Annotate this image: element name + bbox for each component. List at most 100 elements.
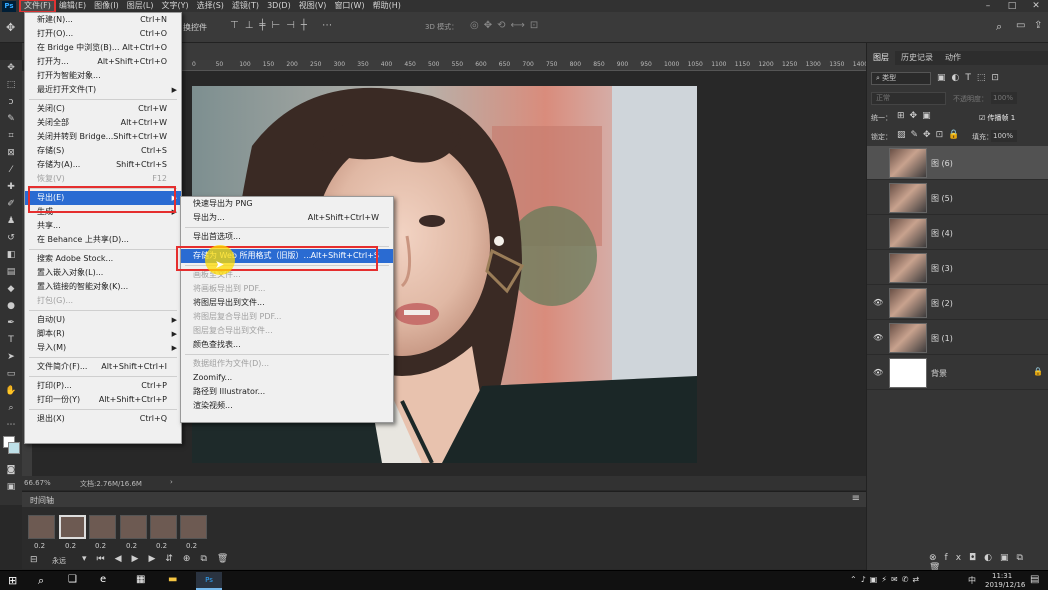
eyedropper-icon[interactable]: ⁄ [0,162,22,179]
menu-edit[interactable]: 编辑(E) [55,0,90,12]
menu-view[interactable]: 视图(V) [295,0,331,12]
eye-icon[interactable]: 👁 [873,368,883,378]
playback-controls[interactable]: ▾⏮◀▶▶⇵⊕⧉🗑 [82,554,238,564]
menu-item[interactable]: 退出(X) Ctrl+Q [25,412,181,426]
menu-item[interactable]: 脚本(R) ▶ [25,327,181,341]
search-icon[interactable]: ⌕ [38,574,44,588]
unify-icons[interactable]: ⊞✥▣ [897,111,936,121]
type-tool-icon[interactable]: T [0,332,22,349]
frame-delay[interactable]: 0.2 [65,542,76,550]
share-icon[interactable]: ⇪ [1034,20,1042,31]
timeline-frame[interactable] [180,515,207,539]
visibility-toggle[interactable] [873,228,883,238]
menu-item[interactable]: 置入嵌入对象(L)... [25,266,181,280]
menu-item[interactable]: 关闭并转到 Bridge... Shift+Ctrl+W [25,130,181,144]
layer-row[interactable]: 图 (5) [867,181,1048,215]
menu-item[interactable]: 打印一份(Y) Alt+Shift+Ctrl+P [25,393,181,407]
layer-filter-icons[interactable]: ▣◐T⬚⊡ [937,73,1005,83]
task-view-icon[interactable]: ❑ [68,574,77,585]
menu-item[interactable]: 打开为... Alt+Shift+Ctrl+O [25,55,181,69]
tab-layers[interactable]: 图层 [867,51,895,65]
clock-date[interactable]: 2019/12/16 [985,581,1025,589]
menu-item[interactable]: 路径到 Illustrator... [181,385,393,399]
menu-item[interactable]: 在 Behance 上共享(D)... [25,233,181,247]
move-tool-icon[interactable]: ✥ [0,60,22,77]
zoom-level[interactable]: 66.67% [24,479,51,487]
menu-layer[interactable]: 图层(L) [123,0,158,12]
menu-item[interactable]: 文件简介(F)... Alt+Shift+Ctrl+I [25,360,181,374]
maximize-icon[interactable]: □ [1000,0,1024,12]
more-tools-icon[interactable]: ⋯ [0,417,22,434]
move-tool-icon[interactable]: ✥ [6,21,15,34]
menu-item[interactable]: 关闭(C) Ctrl+W [25,102,181,116]
tab-history[interactable]: 历史记录 [895,51,939,65]
tab-actions[interactable]: 动作 [939,51,967,65]
tray-icons[interactable]: ⌃♪▣⚡✉✆⇄ [850,575,923,584]
loop-option[interactable]: 永远 [52,556,66,566]
3d-mode-icons[interactable]: ◎✥⟲⟷⊡ [470,20,543,31]
eraser-tool-icon[interactable]: ◧ [0,247,22,264]
edge-icon[interactable]: e [100,574,106,585]
path-select-icon[interactable]: ➤ [0,349,22,366]
input-language[interactable]: 中 [968,575,976,586]
menu-item[interactable]: 在 Bridge 中浏览(B)... Alt+Ctrl+O [25,41,181,55]
visibility-toggle[interactable] [873,263,883,273]
menu-item[interactable]: 打开(O)... Ctrl+O [25,27,181,41]
layer-row[interactable]: 图 (6) [867,146,1048,180]
zoom-tool-icon[interactable]: ⌕ [0,400,22,417]
menu-item[interactable]: 存储为(A)... Shift+Ctrl+S [25,158,181,172]
frame-delay[interactable]: 0.2 [126,542,137,550]
calculator-icon[interactable]: ▦ [136,574,145,585]
timeline-frame[interactable] [89,515,116,539]
search-icon[interactable]: ⌕ [996,20,1002,34]
menu-filter[interactable]: 滤镜(T) [228,0,263,12]
layer-filter-select[interactable]: ⌕ 类型 [871,72,931,85]
menu-item[interactable]: 自动(U) ▶ [25,313,181,327]
clock-time[interactable]: 11:31 [992,572,1012,580]
menu-type[interactable]: 文字(Y) [157,0,192,12]
menu-item[interactable]: 共享... [25,219,181,233]
menu-file[interactable]: 文件(F) [19,0,56,13]
menu-item[interactable]: 导入(M) ▶ [25,341,181,355]
visibility-toggle[interactable] [873,193,883,203]
crop-tool-icon[interactable]: ⌗ [0,128,22,145]
eye-icon[interactable]: 👁 [873,298,883,308]
status-expand-icon[interactable]: › [170,478,173,486]
menu-item[interactable]: 导出为... Alt+Shift+Ctrl+W [181,211,393,225]
lock-icons[interactable]: ▨✎✥⊡🔒 [897,130,964,140]
healing-brush-icon[interactable]: ✚ [0,179,22,196]
close-icon[interactable]: ✕ [1024,0,1048,12]
quick-select-icon[interactable]: ✎ [0,111,22,128]
gradient-tool-icon[interactable]: ▤ [0,264,22,281]
timeline-title[interactable]: 时间轴 [30,495,54,506]
layer-row[interactable]: 图 (4) [867,216,1048,250]
eye-icon[interactable]: 👁 [873,333,883,343]
lasso-tool-icon[interactable]: ↄ [0,94,22,111]
menu-item[interactable]: 颜色查找表... [181,338,393,352]
quick-mask-icon[interactable]: ◙ [0,462,22,479]
propagate-frame-checkbox[interactable]: ☑ 传播帧 1 [979,113,1015,123]
menu-item[interactable]: 新建(N)... Ctrl+N [25,13,181,27]
frame-delay[interactable]: 0.2 [156,542,167,550]
menu-image[interactable]: 图像(I) [90,0,123,12]
fill-input[interactable]: 100% [991,130,1017,142]
timeline-frame[interactable] [28,515,55,539]
frame-delay[interactable]: 0.2 [186,542,197,550]
history-brush-icon[interactable]: ↺ [0,230,22,247]
layer-row[interactable]: 图 (3) [867,251,1048,285]
menu-item[interactable]: Zoomify... [181,371,393,385]
menu-item[interactable]: 置入链接的智能对象(K)... [25,280,181,294]
menu-item[interactable]: 搜索 Adobe Stock... [25,252,181,266]
notification-icon[interactable]: ▤ [1030,574,1039,585]
minimize-icon[interactable]: – [976,0,1000,12]
opacity-input[interactable]: 100% [991,92,1017,104]
menu-item[interactable]: 最近打开文件(T) ▶ [25,83,181,97]
brush-tool-icon[interactable]: ✐ [0,196,22,213]
windows-start-icon[interactable]: ⊞ [8,574,17,587]
align-icons[interactable]: ⊤⊥╪⊢⊣┼ ⋯ [230,20,338,31]
file-explorer-icon[interactable]: ▬ [168,574,177,585]
frame-delay[interactable]: 0.2 [95,542,106,550]
menu-item[interactable]: 渲染视频... [181,399,393,413]
menu-window[interactable]: 窗口(W) [330,0,368,12]
background-color[interactable] [8,442,20,454]
